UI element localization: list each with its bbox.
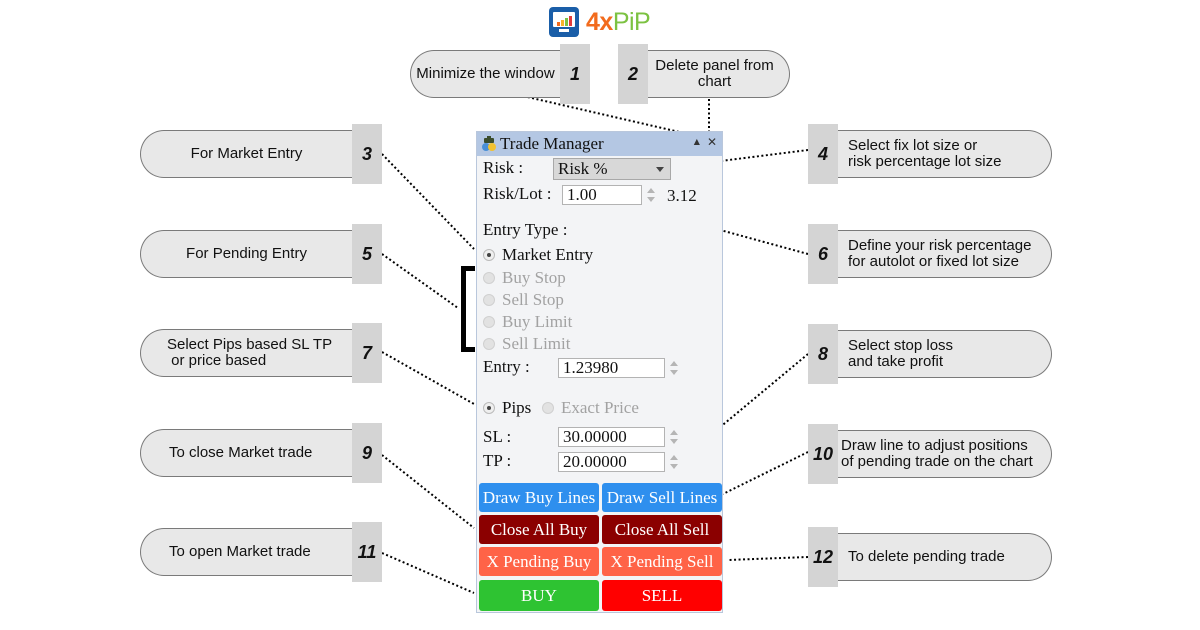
callout-text: Select Pips based SL TP or price based [140,329,352,377]
x-pending-buy-button[interactable]: X Pending Buy [479,547,599,576]
radio-button[interactable] [483,249,495,261]
callout-3: For Market Entry 3 [140,124,382,184]
callout-number: 7 [352,323,382,383]
trade-manager-icon [481,136,497,152]
close-all-buy-button[interactable]: Close All Buy [479,515,599,544]
callout-12: 12 To delete pending trade [808,527,1052,587]
chevron-down-icon [656,167,664,172]
connector-10 [722,451,809,495]
radio-sell-stop[interactable]: Sell Stop [483,290,564,310]
callout-text: For Market Entry [140,130,352,178]
entry-type-label: Entry Type : [483,220,568,239]
callout-number: 10 [808,424,838,484]
callout-number: 3 [352,124,382,184]
panel-title: Trade Manager [500,134,604,153]
callout-text: To close Market trade [140,429,352,477]
radio-button[interactable] [483,402,495,414]
callout-text: Select stop loss and take profit [838,330,1052,378]
minimize-icon[interactable]: ▲ [694,135,700,149]
trade-manager-panel: Trade Manager ▲ ✕ Risk : Risk % Risk/Lot… [476,131,723,613]
callout-number: 9 [352,423,382,483]
connector-9 [381,454,475,529]
pending-entry-bracket [461,266,475,352]
radio-button[interactable] [483,316,495,328]
callout-5: For Pending Entry 5 [140,224,382,284]
callout-7: Select Pips based SL TP or price based 7 [140,323,382,383]
callout-text: Delete panel from chart [640,50,790,98]
callout-4: 4 Select fix lot size or risk percentage … [808,124,1052,184]
callout-number: 2 [618,44,648,104]
callout-text: Select fix lot size or risk percentage lo… [838,130,1052,178]
radio-pips[interactable]: Pips [483,398,531,418]
connector-5 [381,253,459,309]
connector-3 [381,153,475,250]
radio-sell-limit[interactable]: Sell Limit [483,334,570,354]
stop-loss-stepper[interactable] [669,427,679,447]
entry-price-stepper[interactable] [669,358,679,378]
sell-button[interactable]: SELL [602,580,722,611]
entry-price-input[interactable]: 1.23980 [558,358,665,378]
stop-loss-input[interactable]: 30.00000 [558,427,665,447]
callout-number: 1 [560,44,590,104]
radio-button[interactable] [483,294,495,306]
take-profit-stepper[interactable] [669,452,679,472]
close-icon[interactable]: ✕ [707,135,717,149]
callout-10: 10 Draw line to adjust positions of pendi… [808,424,1052,484]
callout-number: 12 [808,527,838,587]
connector-7 [381,351,475,405]
radio-exact-price[interactable]: Exact Price [542,398,639,418]
callout-text: Minimize the window [410,50,560,98]
callout-text: Draw line to adjust positions of pending … [838,430,1052,478]
brand-logo: 4xPiP [549,7,651,37]
close-all-sell-button[interactable]: Close All Sell [602,515,722,544]
brand-name: 4xPiP [586,7,651,36]
radio-button[interactable] [542,402,554,414]
callout-text: To open Market trade [140,528,352,576]
draw-buy-lines-button[interactable]: Draw Buy Lines [479,483,599,512]
risk-type-select[interactable]: Risk % [553,158,671,180]
risk-lot-stepper[interactable] [646,185,656,205]
radio-buy-limit[interactable]: Buy Limit [483,312,572,332]
x-pending-sell-button[interactable]: X Pending Sell [602,547,722,576]
callout-number: 11 [352,522,382,582]
radio-buy-stop[interactable]: Buy Stop [483,268,566,288]
connector-11 [381,552,475,594]
callout-6: 6 Define your risk percentage for autolot… [808,224,1052,284]
buy-button[interactable]: BUY [479,580,599,611]
radio-market-entry[interactable]: Market Entry [483,245,593,265]
risk-label: Risk : [483,158,524,177]
callout-text: For Pending Entry [140,230,352,278]
radio-button[interactable] [483,272,495,284]
entry-label: Entry : [483,357,530,376]
callout-number: 8 [808,324,838,384]
connector-12 [727,556,809,561]
sl-label: SL : [483,427,512,446]
callout-1: Minimize the window 1 [410,44,590,104]
callout-11: To open Market trade 11 [140,522,382,582]
risk-type-value: Risk % [558,159,608,178]
risk-lot-label: Risk/Lot : [483,184,552,203]
callout-number: 5 [352,224,382,284]
draw-sell-lines-button[interactable]: Draw Sell Lines [602,483,722,512]
callout-2: 2 Delete panel from chart [618,44,790,104]
panel-titlebar[interactable]: Trade Manager ▲ ✕ [477,132,722,156]
callout-8: 8 Select stop loss and take profit [808,324,1052,384]
take-profit-input[interactable]: 20.00000 [558,452,665,472]
callout-text: To delete pending trade [838,533,1052,581]
computed-lot-value: 3.12 [667,186,697,205]
callout-text: Define your risk percentage for autolot o… [838,230,1052,278]
callout-number: 4 [808,124,838,184]
monitor-chart-icon [549,7,579,37]
callout-number: 6 [808,224,838,284]
radio-button[interactable] [483,338,495,350]
tp-label: TP : [483,451,512,470]
risk-lot-input[interactable]: 1.00 [562,185,642,205]
callout-9: To close Market trade 9 [140,423,382,483]
